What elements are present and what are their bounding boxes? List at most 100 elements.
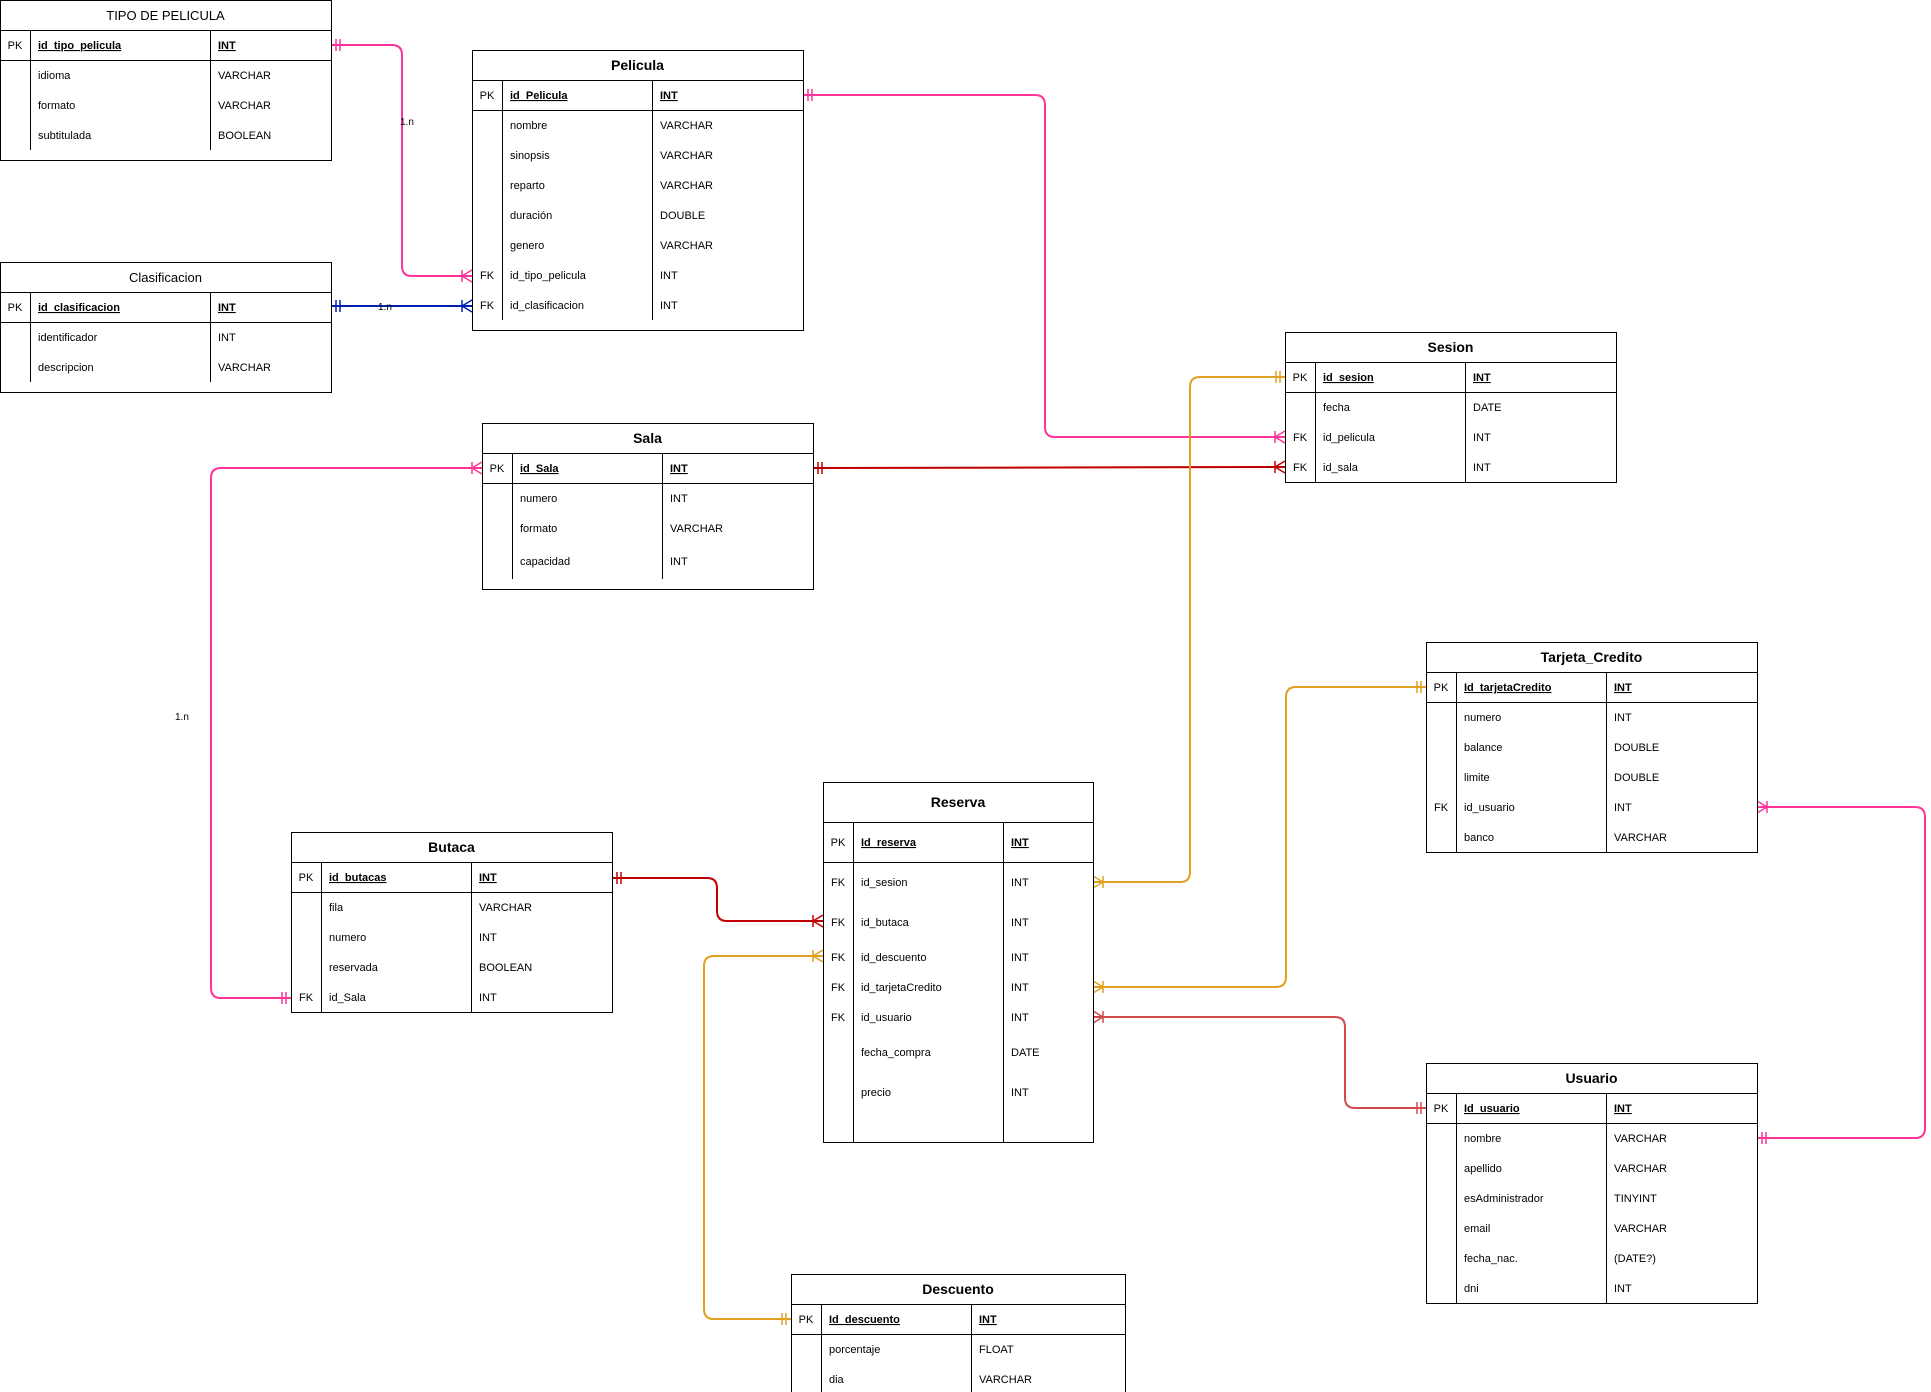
column-name: capacidad [520, 556, 570, 568]
column-key-label: FK [831, 917, 846, 929]
pk-key-label: PK [799, 1314, 814, 1326]
pk-column-type: INT [660, 90, 678, 102]
column-type: VARCHAR [1614, 1133, 1667, 1145]
column-name: id_descuento [861, 952, 926, 964]
pk-column-type: INT [979, 1314, 997, 1326]
table-title: Reserva [931, 794, 986, 810]
column-name: id_tipo_pelicula [510, 270, 587, 282]
relationship-tipo-pelicula [331, 39, 473, 283]
relationship-sesion-reserva [1092, 371, 1285, 889]
relationship-butaca-reserva [612, 872, 824, 928]
pk-column-name: id_tipo_pelicula [38, 40, 122, 52]
relationship-line [1093, 1016, 1426, 1109]
pk-key-label: PK [490, 463, 505, 475]
pk-column-type: INT [1614, 682, 1632, 694]
pk-column-type: INT [1011, 837, 1029, 849]
column-type: VARCHAR [218, 70, 271, 82]
column-type: INT [479, 932, 497, 944]
pk-column-name: id_sesion [1323, 372, 1374, 384]
pk-column-type: INT [1473, 372, 1491, 384]
relationship-line [331, 44, 472, 277]
column-key-label: FK [831, 877, 846, 889]
column-name: id_sesion [861, 877, 907, 889]
table-tarjeta: Tarjeta_Credito PK Id_tarjetaCredito INT num… [1426, 642, 1758, 853]
column-name: fecha_nac. [1464, 1253, 1518, 1265]
relationship-line [612, 877, 823, 922]
column-name: fila [329, 902, 344, 914]
table-title: Sesion [1428, 339, 1474, 355]
column-name: nombre [1464, 1133, 1501, 1145]
column-type: INT [1473, 432, 1491, 444]
relationship-label: 1.n [400, 117, 414, 128]
column-type: VARCHAR [660, 150, 713, 162]
table-descuento: Descuento PK Id_descuento INT porcentaje FLOA… [791, 1274, 1126, 1392]
column-name: formato [520, 523, 557, 535]
table-title: Sala [633, 430, 662, 446]
column-name: banco [1464, 832, 1494, 844]
pk-key-label: PK [8, 302, 23, 314]
column-name: duración [510, 210, 552, 222]
column-type: BOOLEAN [218, 130, 271, 142]
relationship-usuario-reserva [1092, 1010, 1426, 1114]
column-name: id_tarjetaCredito [861, 982, 942, 994]
relationship-line [703, 955, 823, 1320]
column-type: INT [660, 300, 678, 312]
column-key-label: FK [831, 1012, 846, 1024]
column-type: INT [670, 556, 688, 568]
column-name: numero [329, 932, 366, 944]
column-name: id_usuario [1464, 802, 1515, 814]
column-type: VARCHAR [660, 120, 713, 132]
column-type: VARCHAR [670, 523, 723, 535]
column-name: id_sala [1323, 462, 1359, 474]
column-name: dia [829, 1374, 845, 1386]
table-reserva: Reserva PK Id_reserva INT FK id_sesion INT FK id… [823, 782, 1094, 1143]
pk-key-label: PK [8, 40, 23, 52]
column-type: INT [1011, 917, 1029, 929]
column-name: reservada [329, 962, 379, 974]
column-name: sinopsis [510, 150, 550, 162]
column-key-label: FK [831, 982, 846, 994]
pk-column-name: id_butacas [329, 872, 386, 884]
column-type: VARCHAR [218, 100, 271, 112]
column-type: DOUBLE [1614, 772, 1659, 784]
column-type: INT [1011, 1012, 1029, 1024]
relationship-line [1757, 806, 1926, 1139]
column-name: subtitulada [38, 130, 92, 142]
table-title: TIPO DE PELICULA [106, 8, 225, 23]
column-name: balance [1464, 742, 1503, 754]
relationship-tarjeta-reserva [1092, 681, 1426, 994]
column-type: INT [1473, 462, 1491, 474]
column-type: INT [1614, 712, 1632, 724]
column-type: INT [1011, 982, 1029, 994]
column-key-label: FK [1293, 432, 1308, 444]
column-type: VARCHAR [1614, 1163, 1667, 1175]
column-name: dni [1464, 1283, 1479, 1295]
table-title: Tarjeta_Credito [1541, 649, 1643, 665]
table-sala: Sala PK id_Sala INT numero INT formato VARCHAR c… [482, 423, 814, 590]
column-name: limite [1464, 772, 1490, 784]
relationship-line [1093, 376, 1285, 883]
table-title: Descuento [922, 1281, 994, 1297]
column-name: id_Sala [329, 992, 367, 1004]
column-type: DOUBLE [1614, 742, 1659, 754]
table-clasif: Clasificacion PK id_clasificacion INT identi… [0, 262, 332, 393]
column-name: numero [1464, 712, 1501, 724]
column-name: numero [520, 493, 557, 505]
er-diagram: TIPO DE PELICULA PK id_tipo_pelicula INT idi… [0, 0, 1926, 1392]
column-name: formato [38, 100, 75, 112]
column-type: VARCHAR [660, 180, 713, 192]
column-name: idioma [38, 70, 71, 82]
pk-key-label: PK [831, 837, 846, 849]
column-name: esAdministrador [1464, 1193, 1544, 1205]
column-type: DATE [1011, 1047, 1040, 1059]
pk-key-label: PK [1293, 372, 1308, 384]
column-key-label: FK [299, 992, 314, 1004]
column-type: DOUBLE [660, 210, 705, 222]
relationship-line [812, 466, 1286, 469]
column-type: (DATE?) [1614, 1253, 1656, 1265]
column-type: INT [218, 332, 236, 344]
pk-column-name: id_Sala [520, 463, 559, 475]
column-name: id_pelicula [1323, 432, 1376, 444]
column-key-label: FK [1434, 802, 1449, 814]
column-type: VARCHAR [1614, 1223, 1667, 1235]
